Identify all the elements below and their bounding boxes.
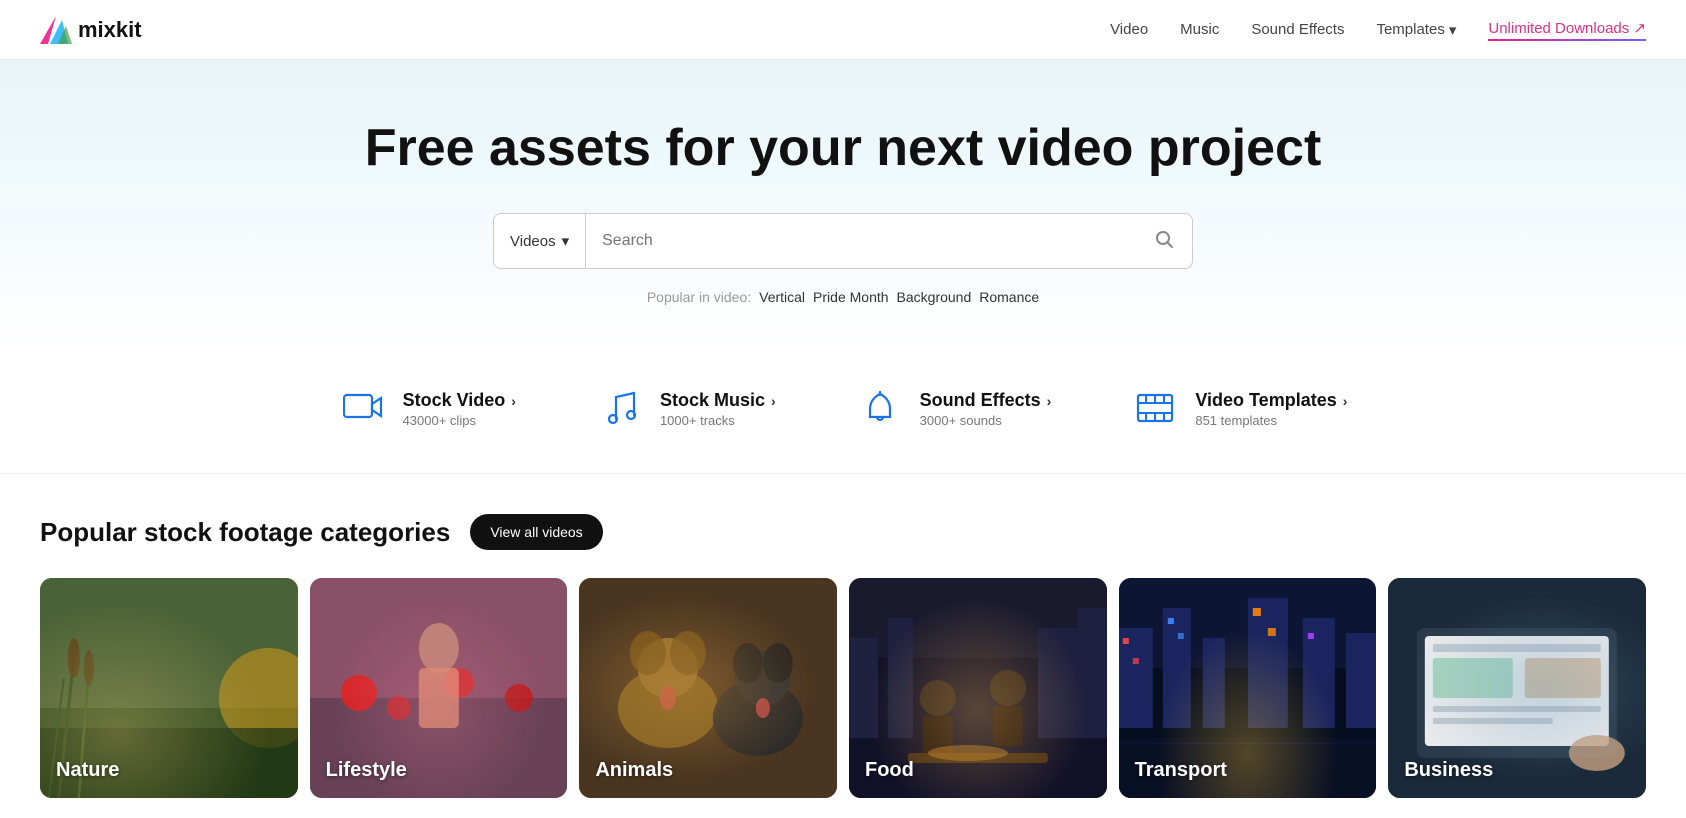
nature-label: Nature	[56, 759, 119, 782]
chevron-down-icon: ▾	[1449, 21, 1457, 39]
chevron-icon: ›	[771, 393, 776, 409]
search-submit-button[interactable]	[1136, 229, 1192, 254]
section-link-sound-effects[interactable]: Sound Effects › 3000+ sounds	[856, 385, 1052, 433]
search-input[interactable]	[586, 232, 1136, 250]
hero-section: Free assets for your next video project …	[0, 60, 1686, 345]
search-bar: Videos ▾	[493, 213, 1193, 269]
video-templates-title: Video Templates ›	[1195, 390, 1347, 411]
nav-unlimited[interactable]: Unlimited Downloads ↗	[1488, 19, 1646, 41]
hero-title: Free assets for your next video project	[20, 120, 1666, 177]
logo[interactable]: mixkit	[40, 16, 142, 44]
sound-effects-subtitle: 3000+ sounds	[920, 413, 1052, 428]
nav-video[interactable]: Video	[1110, 21, 1148, 38]
nav-links: Video Music Sound Effects Templates ▾ Un…	[1110, 19, 1646, 41]
category-card-nature[interactable]: Nature	[40, 578, 298, 798]
video-templates-subtitle: 851 templates	[1195, 413, 1347, 428]
stock-music-subtitle: 1000+ tracks	[660, 413, 776, 428]
search-type-label: Videos	[510, 233, 556, 250]
tag-romance[interactable]: Romance	[979, 289, 1039, 305]
video-icon	[339, 385, 387, 433]
category-grid: Nature Lifestyle	[40, 578, 1646, 798]
category-card-food[interactable]: Food	[849, 578, 1107, 798]
stock-video-subtitle: 43000+ clips	[403, 413, 516, 428]
stock-music-title: Stock Music ›	[660, 390, 776, 411]
search-bar-container: Videos ▾	[20, 213, 1666, 269]
section-links: Stock Video › 43000+ clips Stock Music ›…	[0, 345, 1686, 474]
popular-label: Popular in video:	[647, 289, 751, 305]
business-label: Business	[1404, 759, 1493, 782]
nav-sound-effects[interactable]: Sound Effects	[1251, 21, 1344, 38]
categories-section: Popular stock footage categories View al…	[0, 474, 1686, 818]
category-card-transport[interactable]: Transport	[1119, 578, 1377, 798]
category-card-business[interactable]: Business	[1388, 578, 1646, 798]
tag-background[interactable]: Background	[897, 289, 972, 305]
nav-templates[interactable]: Templates ▾	[1376, 21, 1456, 39]
tag-pride-month[interactable]: Pride Month	[813, 289, 888, 305]
section-link-stock-video[interactable]: Stock Video › 43000+ clips	[339, 385, 516, 433]
tag-vertical[interactable]: Vertical	[759, 289, 805, 305]
section-link-stock-music[interactable]: Stock Music › 1000+ tracks	[596, 385, 776, 433]
music-icon	[596, 385, 644, 433]
category-card-lifestyle[interactable]: Lifestyle	[310, 578, 568, 798]
section-link-video-templates[interactable]: Video Templates › 851 templates	[1131, 385, 1347, 433]
lifestyle-label: Lifestyle	[326, 759, 407, 782]
animals-label: Animals	[595, 759, 673, 782]
stock-video-title: Stock Video ›	[403, 390, 516, 411]
view-all-button[interactable]: View all videos	[470, 514, 602, 550]
chevron-icon: ›	[1343, 393, 1348, 409]
popular-tags: Popular in video: Vertical Pride Month B…	[20, 289, 1666, 305]
food-label: Food	[865, 759, 914, 782]
nav-music[interactable]: Music	[1180, 21, 1219, 38]
chevron-icon: ›	[1047, 393, 1052, 409]
bell-icon	[856, 385, 904, 433]
search-type-selector[interactable]: Videos ▾	[494, 214, 586, 268]
film-icon	[1131, 385, 1179, 433]
navbar: mixkit Video Music Sound Effects Templat…	[0, 0, 1686, 60]
categories-header: Popular stock footage categories View al…	[40, 514, 1646, 550]
category-card-animals[interactable]: Animals	[579, 578, 837, 798]
chevron-icon: ›	[511, 393, 516, 409]
sound-effects-title: Sound Effects ›	[920, 390, 1052, 411]
dropdown-arrow-icon: ▾	[562, 232, 570, 250]
transport-label: Transport	[1135, 759, 1227, 782]
categories-title: Popular stock footage categories	[40, 517, 450, 548]
